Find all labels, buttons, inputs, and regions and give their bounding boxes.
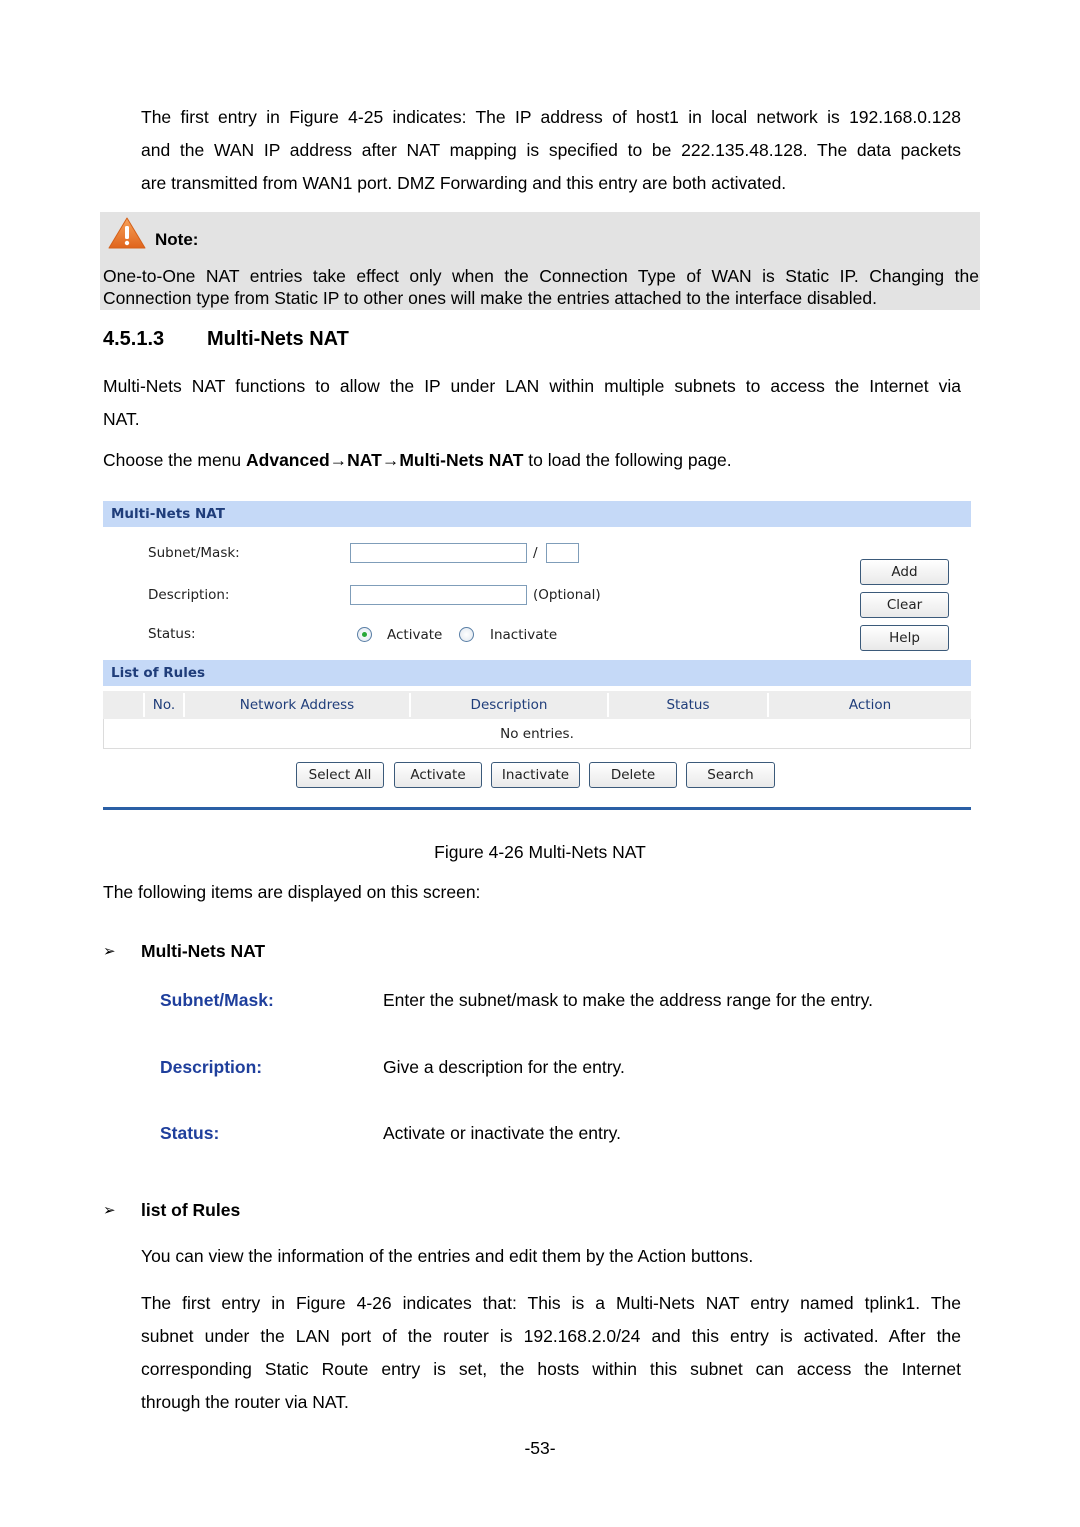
add-button[interactable]: Add (860, 559, 949, 585)
note-line: Connection type from Static IP to other … (103, 288, 877, 308)
description-input[interactable] (350, 585, 527, 605)
subnet-label: Subnet/Mask: (148, 545, 240, 561)
bullet-heading-multinets: Multi-Nets NAT (141, 941, 266, 961)
form-header: Multi-Nets NAT (103, 501, 971, 527)
mask-separator: / (533, 545, 538, 561)
column-action: Action (848, 697, 892, 713)
status-inactivate-label[interactable]: Inactivate (490, 627, 557, 643)
rules-table-header: No. Network Address Description Status A… (103, 691, 971, 719)
note-text: One-to-One NAT entries take effect only … (103, 265, 979, 309)
note-line: One-to-One NAT entries take effect only … (103, 266, 979, 286)
menu-suffix: to load the following page. (523, 450, 732, 470)
delete-button[interactable]: Delete (589, 762, 677, 788)
rules-paragraph-line: corresponding Static Route entry is set,… (141, 1359, 961, 1379)
status-label: Status: (148, 626, 196, 642)
multi-nets-nat-panel: Multi-Nets NAT Subnet/Mask: / Descriptio… (103, 501, 971, 811)
status-activate-label[interactable]: Activate (387, 627, 442, 643)
definition-description: Activate or inactivate the entry. (383, 1123, 621, 1143)
warning-icon (108, 217, 146, 249)
optional-hint: (Optional) (533, 587, 601, 603)
figure-caption: Figure 4-26 Multi-Nets NAT (434, 842, 646, 862)
column-no: No. (152, 697, 176, 713)
intro-line: The first entry in Figure 4-25 indicates… (141, 107, 961, 127)
definition-term: Description: (160, 1057, 263, 1077)
help-button[interactable]: Help (860, 625, 949, 651)
activate-button[interactable]: Activate (394, 762, 482, 788)
section-number: 4.5.1.3 (103, 328, 165, 350)
section-description-line: NAT. (103, 409, 140, 429)
menu-instruction: Choose the menu Advanced→NAT→Multi-Nets … (103, 444, 732, 477)
definition-description: Enter the subnet/mask to make the addres… (383, 990, 873, 1010)
menu-prefix: Choose the menu (103, 450, 247, 470)
note-title: Note: (155, 230, 199, 249)
bullet-heading-rules: list of Rules (141, 1200, 241, 1220)
empty-table-message: No entries. (103, 719, 971, 749)
intro-line: are transmitted from WAN1 port. DMZ Forw… (141, 173, 787, 193)
section-description-line: Multi-Nets NAT functions to allow the IP… (103, 376, 961, 396)
select-all-button[interactable]: Select All (296, 762, 384, 788)
intro-paragraph: The first entry in Figure 4-25 indicates… (141, 101, 961, 200)
items-intro: The following items are displayed on thi… (103, 882, 481, 902)
column-network-address: Network Address (239, 697, 355, 713)
bullet-arrow-icon: ➢ (103, 943, 116, 960)
subnet-input[interactable] (350, 543, 527, 563)
status-activate-radio[interactable] (357, 627, 372, 642)
bullet-arrow-icon: ➢ (103, 1202, 116, 1219)
definition-term: Subnet/Mask: (160, 990, 274, 1010)
inactivate-button[interactable]: Inactivate (491, 762, 580, 788)
section-description: Multi-Nets NAT functions to allow the IP… (103, 370, 961, 436)
clear-button[interactable]: Clear (860, 592, 949, 618)
section-title: Multi-Nets NAT (207, 328, 349, 350)
list-header: List of Rules (103, 660, 971, 686)
menu-path: Advanced→NAT→Multi-Nets NAT (246, 450, 524, 470)
panel-divider (103, 807, 971, 810)
page-number: -53- (524, 1438, 556, 1458)
note-box: Note: One-to-One NAT entries take effect… (100, 212, 980, 310)
rules-text: You can view the information of the entr… (141, 1246, 754, 1266)
rules-paragraph-line: through the router via NAT. (141, 1392, 349, 1412)
status-inactivate-radio[interactable] (459, 627, 474, 642)
definition-description: Give a description for the entry. (383, 1057, 625, 1077)
search-button[interactable]: Search (686, 762, 775, 788)
intro-line: and the WAN IP address after NAT mapping… (141, 140, 961, 160)
section-heading: 4.5.1.3 Multi-Nets NAT (103, 328, 349, 351)
rules-paragraph: The first entry in Figure 4-26 indicates… (141, 1287, 961, 1419)
column-status: Status (666, 697, 710, 713)
rules-paragraph-line: subnet under the LAN port of the router … (141, 1326, 961, 1346)
mask-input[interactable] (546, 543, 579, 563)
definition-term: Status: (160, 1123, 220, 1143)
column-description: Description (470, 697, 548, 713)
description-label: Description: (148, 587, 230, 603)
rules-paragraph-line: The first entry in Figure 4-26 indicates… (141, 1293, 961, 1313)
